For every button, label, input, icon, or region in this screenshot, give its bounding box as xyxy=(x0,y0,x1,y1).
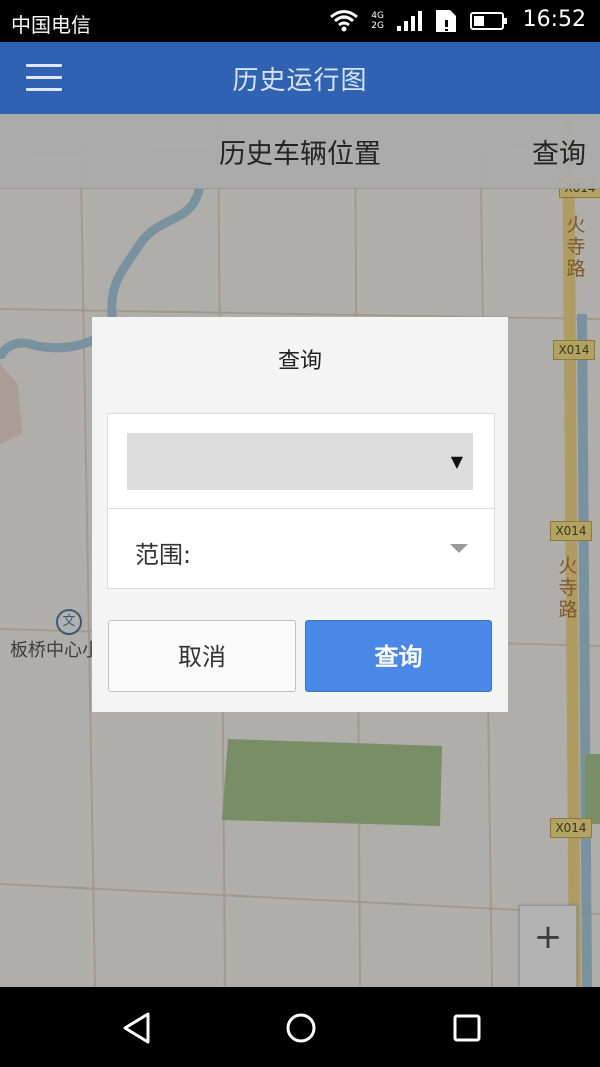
query-form: ▼ 范围: xyxy=(107,413,495,589)
status-bar: 中国电信 4G 2G 16:52 xyxy=(0,0,600,42)
vehicle-select[interactable]: ▼ xyxy=(127,433,473,490)
query-dialog: 查询 ▼ 范围: 取消 查询 xyxy=(92,317,508,712)
cancel-button[interactable]: 取消 xyxy=(108,620,296,692)
caret-down-icon: ▼ xyxy=(450,452,463,471)
confirm-query-button[interactable]: 查询 xyxy=(305,620,492,692)
network-type: 4G 2G xyxy=(371,11,384,31)
status-icons: 4G 2G xyxy=(329,8,508,34)
range-label: 范围: xyxy=(135,541,192,569)
form-divider xyxy=(108,508,494,509)
clock: 16:52 xyxy=(522,7,586,32)
home-icon[interactable] xyxy=(284,1011,318,1045)
sim-alert-icon xyxy=(436,10,456,32)
range-dropdown-icon[interactable] xyxy=(450,544,468,553)
recents-icon[interactable] xyxy=(451,1012,483,1044)
wifi-icon xyxy=(330,10,359,32)
app-bar: 历史运行图 xyxy=(0,42,600,114)
dialog-title: 查询 xyxy=(277,349,322,374)
signal-icon xyxy=(397,11,422,31)
carrier-name: 中国电信 xyxy=(11,13,91,37)
back-icon[interactable] xyxy=(120,1011,154,1045)
navigation-bar xyxy=(0,987,600,1067)
battery-icon xyxy=(470,12,507,30)
page-title: 历史运行图 xyxy=(232,66,368,96)
